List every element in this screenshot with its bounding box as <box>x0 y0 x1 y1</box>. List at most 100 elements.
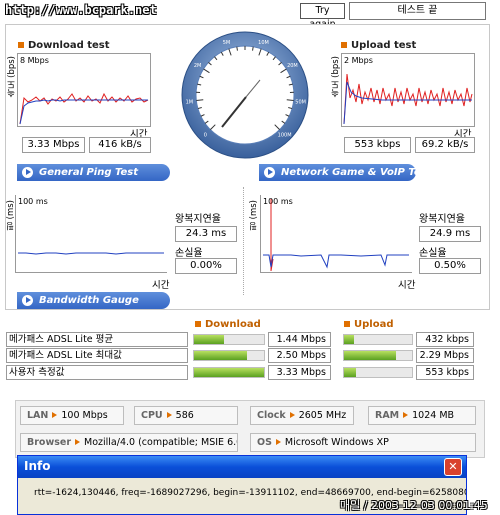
gauge-download-title: Download <box>195 319 261 330</box>
clock-info: Clock 2605 MHz <box>250 406 354 425</box>
ping-right-loss-label: 손실율 <box>419 248 447 259</box>
tab-general-ping-label: General Ping Test <box>39 167 139 178</box>
download-bar-fill <box>194 368 264 377</box>
gauge-tick-label: 2M <box>194 63 202 69</box>
ping-left-loss-label: 손실율 <box>175 248 203 259</box>
ram-label: RAM <box>375 410 400 421</box>
download-bar <box>193 350 265 361</box>
gauge-row-label: 사용자 측정값 <box>6 365 188 380</box>
ping-right-graph-svg <box>263 199 409 271</box>
download-bar-fill <box>194 351 247 360</box>
cpu-value: 586 <box>175 410 194 421</box>
top-bar: http://www.bcpark.net Try again 테스트 끝 <box>0 0 500 30</box>
ping-left-rtt-label: 왕복지연율 <box>175 214 221 225</box>
ping-divider <box>243 187 244 295</box>
gauge-tick-label: 20M <box>287 63 298 69</box>
upload-bar-fill <box>344 368 357 377</box>
tab-bandwidth-gauge-label: Bandwidth Gauge <box>39 295 139 306</box>
upload-series-red <box>343 73 473 125</box>
try-again-button[interactable]: Try again <box>300 3 345 30</box>
ping-right-rtt-label: 왕복지연율 <box>419 214 465 225</box>
triangle-right-icon <box>75 439 81 445</box>
download-mbps-value: 3.33 Mbps <box>22 137 85 153</box>
site-url: http://www.bcpark.net <box>5 3 157 17</box>
ping-right-x-label: 시간 <box>398 280 416 291</box>
arrow-right-icon <box>264 167 275 178</box>
ping-left-graph-svg <box>18 252 164 255</box>
ram-value: 1024 MB <box>412 410 455 421</box>
os-info: OS Microsoft Windows XP <box>250 433 476 452</box>
square-bullet-icon <box>341 42 347 48</box>
upload-bar-fill <box>344 335 354 344</box>
upload-bar <box>343 350 413 361</box>
square-bullet-icon <box>18 42 24 48</box>
lan-info: LAN 100 Mbps <box>20 406 124 425</box>
triangle-right-icon <box>289 412 295 418</box>
upload-kbs-value: 69.2 kB/s <box>415 137 475 153</box>
download-bar-value: 1.44 Mbps <box>268 332 331 347</box>
clock-label: Clock <box>257 410 286 421</box>
upload-bar-value: 432 kbps <box>416 332 474 347</box>
gauge-tick-label: 10M <box>258 40 269 46</box>
lan-value: 100 Mbps <box>61 410 108 421</box>
cpu-label: CPU <box>141 410 163 421</box>
tab-network-game-voip[interactable]: Network Game & VoIP Test <box>259 164 431 181</box>
browser-label: Browser <box>27 437 72 448</box>
close-button[interactable]: ✕ <box>444 458 462 476</box>
triangle-right-icon <box>52 412 58 418</box>
square-bullet-icon <box>195 321 201 327</box>
download-test-label: Download test <box>28 40 110 51</box>
download-bar <box>193 334 265 345</box>
gauge-tick-label: 0 <box>204 133 207 139</box>
arrow-right-icon <box>22 167 33 178</box>
ping-right-rtt-value: 24.9 ms <box>419 226 481 242</box>
test-status-field: 테스트 끝 <box>349 2 486 20</box>
download-kbs-value: 416 kB/s <box>89 137 151 153</box>
browser-info: Browser Mozilla/4.0 (compatible; MSIE 6.0 <box>20 433 238 452</box>
lan-label: LAN <box>27 410 49 421</box>
ping-right-graph: 100 ms <box>260 195 412 273</box>
ping-left-rtt-value: 24.3 ms <box>175 226 237 242</box>
gauge-tick <box>236 46 238 51</box>
os-value: Microsoft Windows XP <box>284 437 389 448</box>
cpu-info: CPU 586 <box>134 406 238 425</box>
os-label: OS <box>257 437 272 448</box>
gauge-upload-title: Upload <box>344 319 393 330</box>
ping-left-x-label: 시간 <box>152 280 170 291</box>
triangle-right-icon <box>403 412 409 418</box>
tab-bandwidth-gauge[interactable]: Bandwidth Gauge <box>17 292 170 309</box>
ram-info: RAM 1024 MB <box>368 406 476 425</box>
info-dialog-titlebar[interactable]: Info ✕ <box>18 456 466 478</box>
upload-bar <box>343 367 413 378</box>
download-test-title: Download test <box>18 40 110 51</box>
gauge-tick <box>252 46 254 51</box>
upload-test-label: Upload test <box>351 40 417 51</box>
upload-bar <box>343 334 413 345</box>
gauge-download-label: Download <box>205 319 261 330</box>
gauge-tick-label: 1M <box>186 99 194 105</box>
download-bar-value: 3.33 Mbps <box>268 365 331 380</box>
browser-value: Mozilla/4.0 (compatible; MSIE 6.0 <box>84 437 238 448</box>
upload-kbps-value: 553 kbps <box>344 137 411 153</box>
download-series-red <box>19 92 149 125</box>
gauge-tick-label: 50M <box>295 99 306 105</box>
ping-right-loss-value: 0.50% <box>419 258 481 274</box>
tab-network-game-label: Network Game & VoIP Test <box>281 167 432 178</box>
triangle-right-icon <box>166 412 172 418</box>
timestamp-watermark: 매일 / 2003-12-03 00:01:45 <box>340 499 488 512</box>
arrow-right-icon <box>22 295 33 306</box>
download-graph: 8 Mbps <box>17 53 151 127</box>
download-bar-fill <box>194 335 225 344</box>
upload-series-blue <box>343 81 472 125</box>
upload-bar-value: 553 kbps <box>416 365 474 380</box>
info-dialog-title: Info <box>24 459 51 473</box>
tab-general-ping-test[interactable]: General Ping Test <box>17 164 170 181</box>
square-bullet-icon <box>344 321 350 327</box>
gauge-tick-label: 5M <box>223 40 231 46</box>
upload-bar-value: 2.29 Mbps <box>416 348 474 363</box>
upload-bar-fill <box>344 351 396 360</box>
triangle-right-icon <box>275 439 281 445</box>
speed-gauge: 0 1M 2M 5M 10M 20M 50M 100M <box>181 31 309 159</box>
gauge-row-label: 메가패스 ADSL Lite 최대값 <box>6 348 188 363</box>
upload-graph-svg <box>343 73 473 125</box>
